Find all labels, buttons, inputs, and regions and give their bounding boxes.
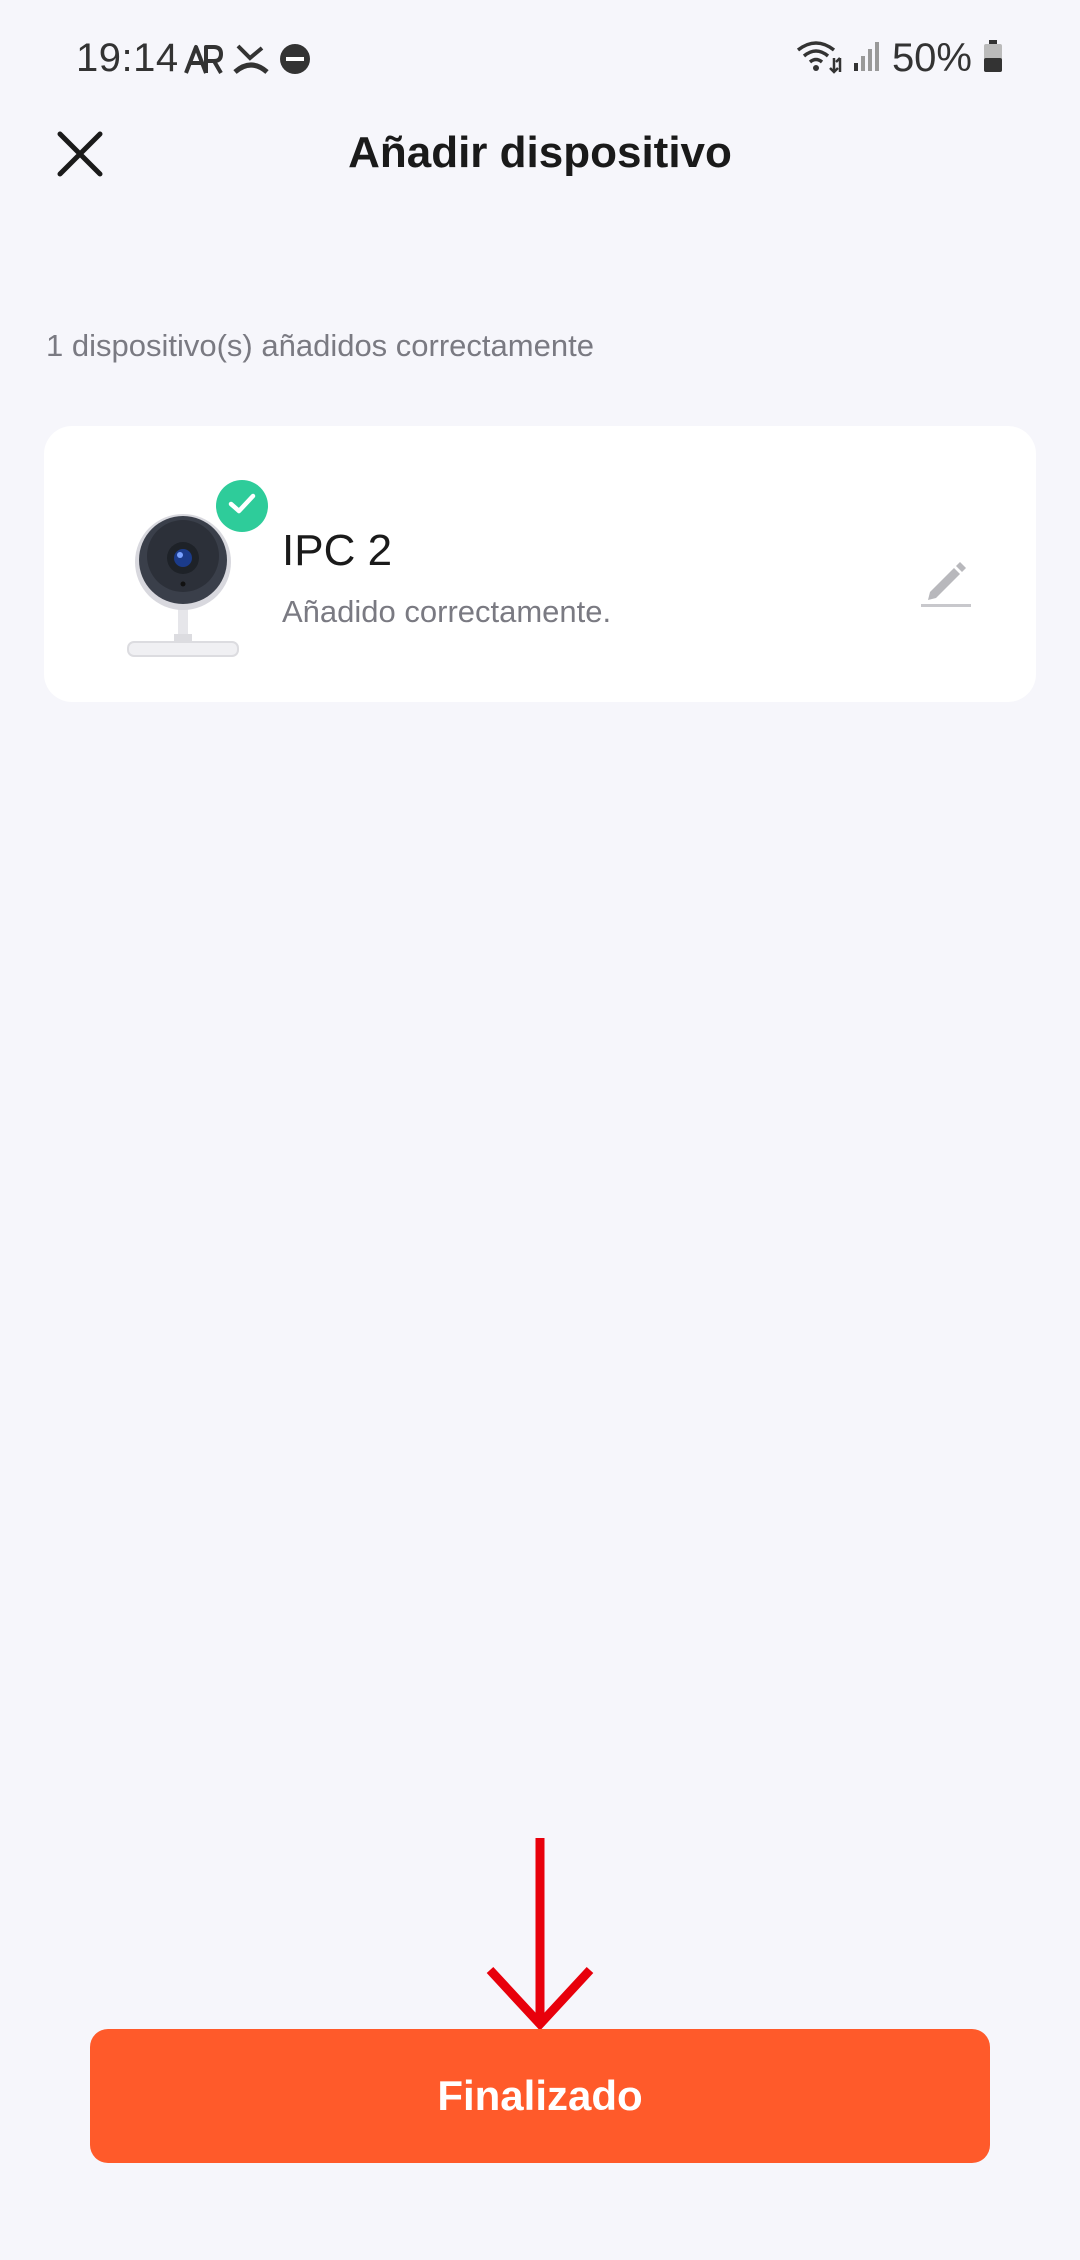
battery-icon <box>982 39 1004 78</box>
status-time: 19:14 <box>76 36 179 80</box>
annotation-arrow-icon <box>480 1836 600 2036</box>
success-badge <box>216 480 268 532</box>
pencil-icon[interactable] <box>918 554 974 615</box>
ar-icon <box>184 43 224 80</box>
device-status: Añadido correctamente. <box>282 594 612 629</box>
missed-call-icon <box>232 42 270 81</box>
status-bar: 19:14 50% <box>0 0 1080 120</box>
edit-device-button[interactable] <box>906 544 986 624</box>
check-icon <box>227 491 257 522</box>
header: Añadir dispositivo <box>0 110 1080 230</box>
signal-icon <box>852 39 882 78</box>
device-name: IPC 2 <box>282 526 393 575</box>
page-title: Añadir dispositivo <box>348 128 732 177</box>
device-card[interactable]: IPC 2 Añadido correctamente. <box>44 426 1036 702</box>
battery-percent: 50% <box>891 36 972 80</box>
added-summary-text: 1 dispositivo(s) añadidos correctamente <box>46 328 594 363</box>
finish-button[interactable]: Finalizado <box>90 2029 990 2163</box>
status-right: 50% <box>796 36 1004 81</box>
wifi-icon <box>796 38 842 79</box>
status-left-icons <box>184 42 312 81</box>
do-not-disturb-icon <box>278 42 312 81</box>
